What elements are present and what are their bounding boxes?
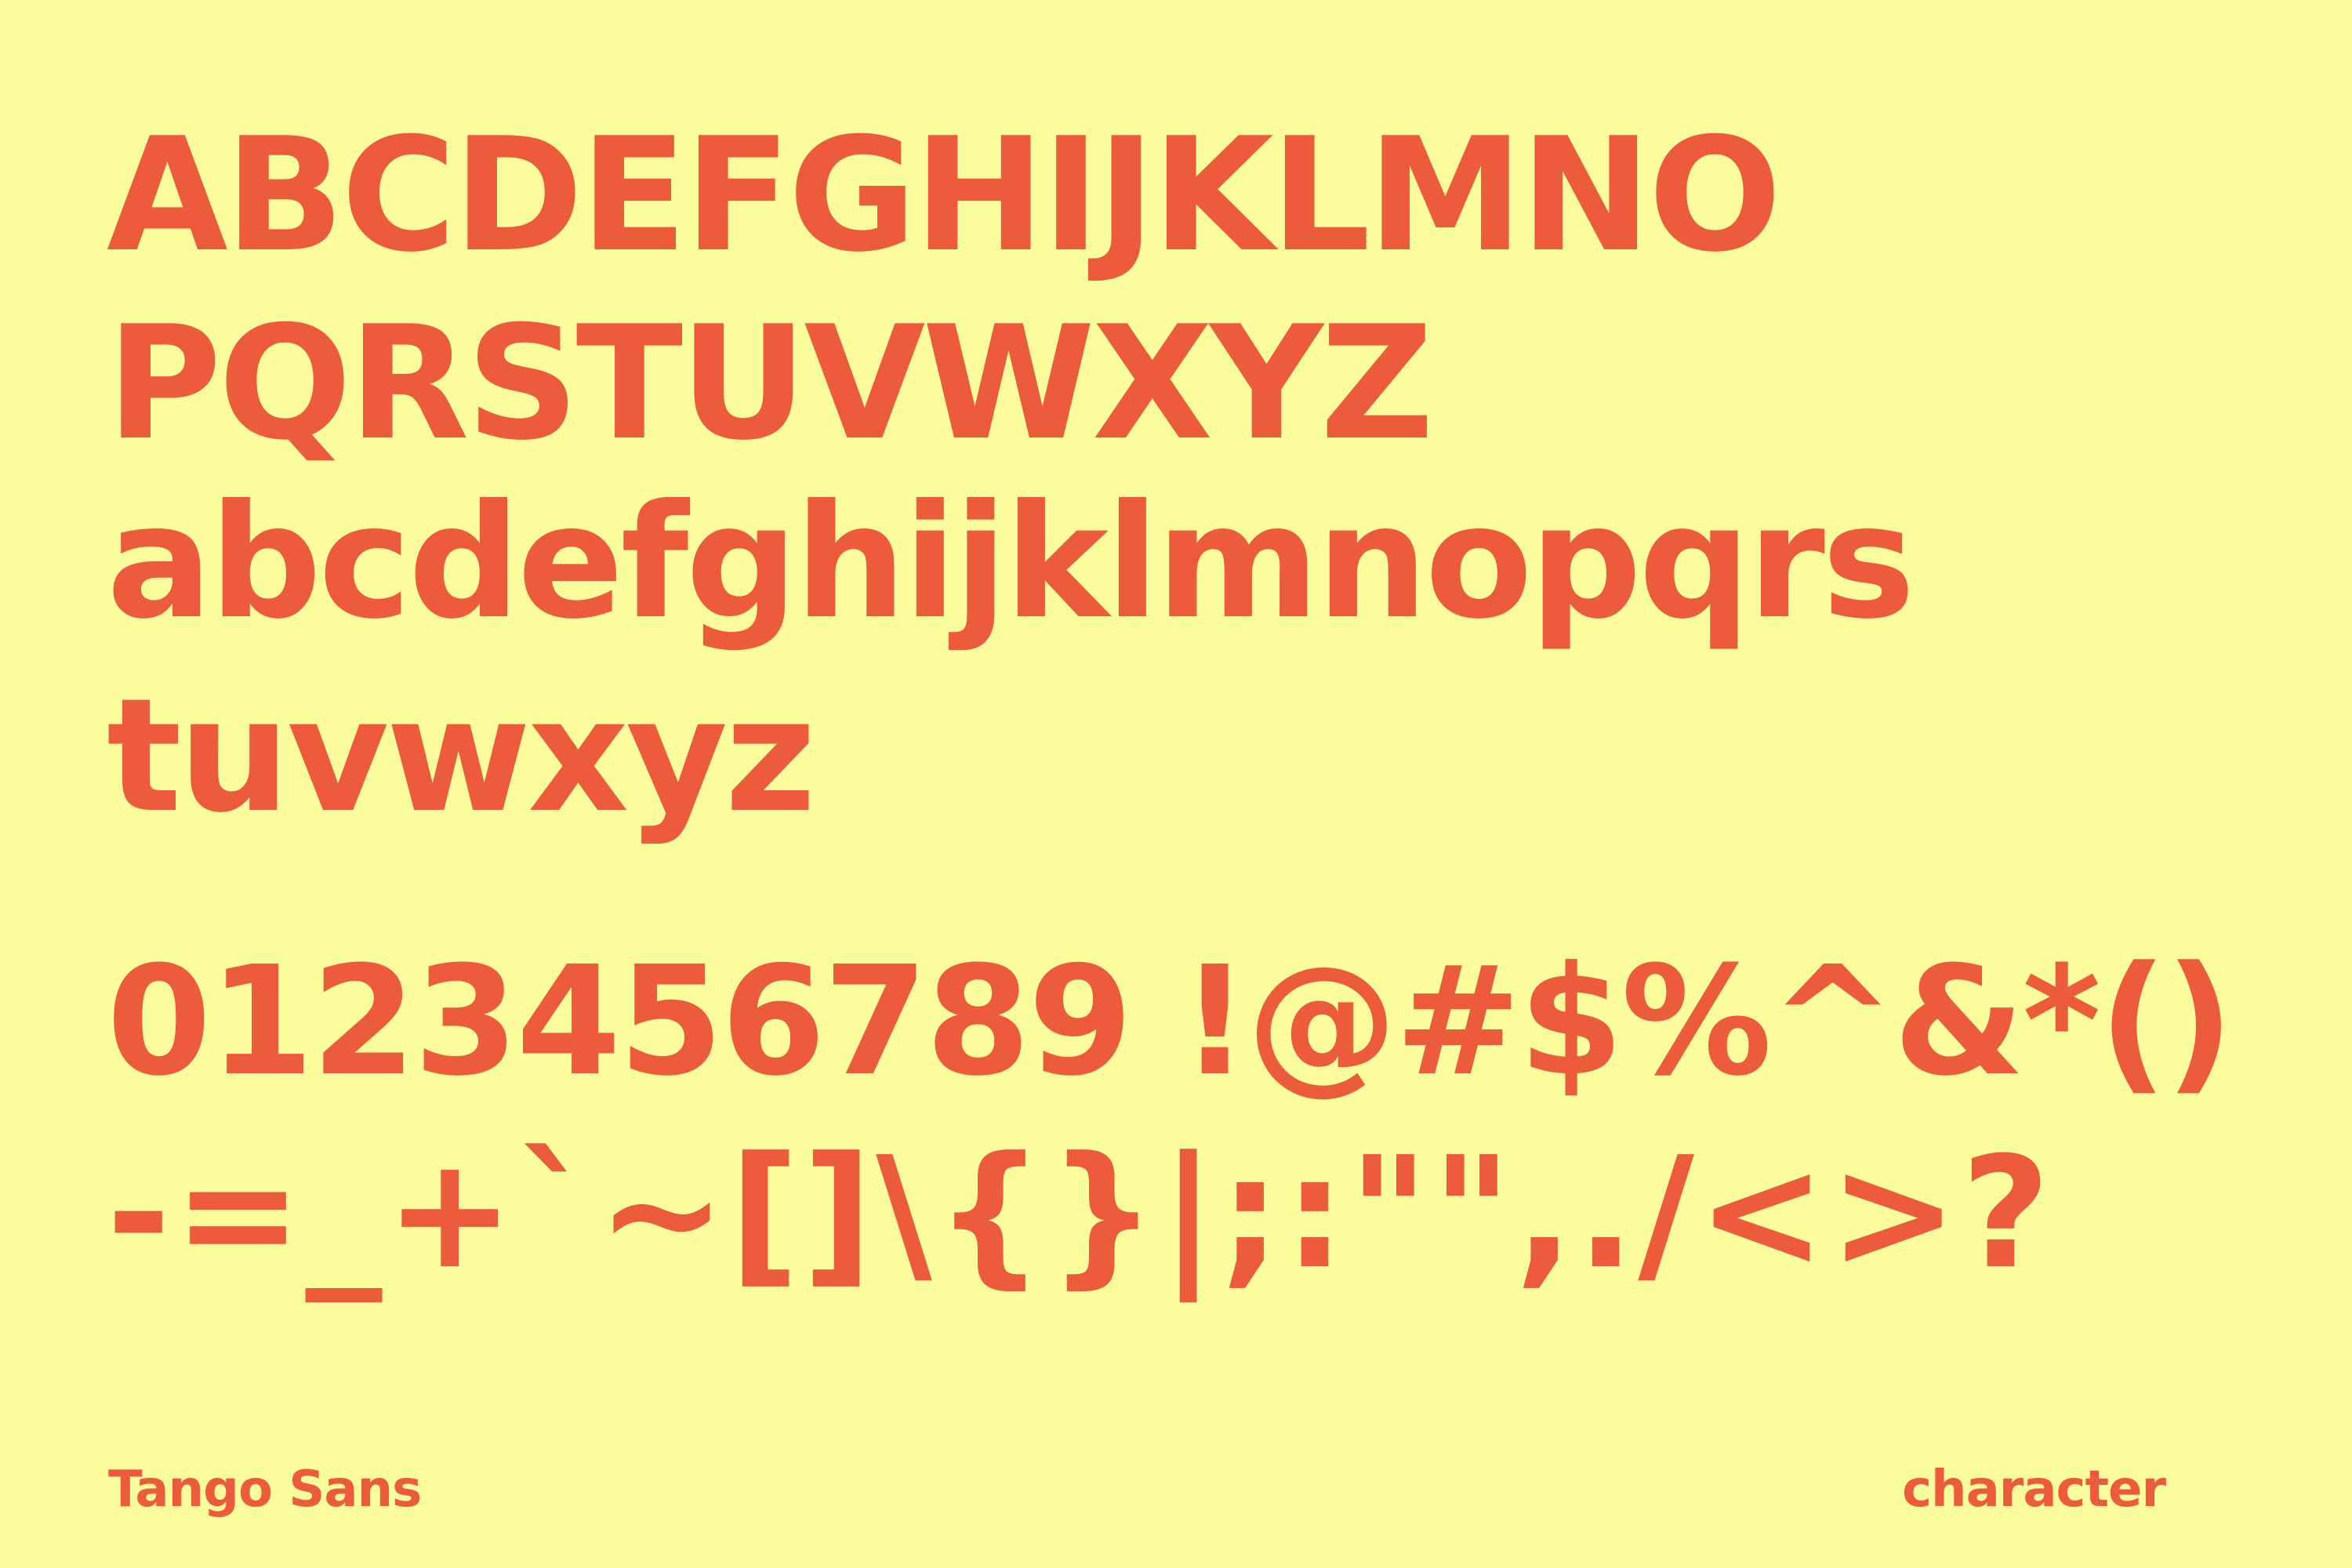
- category-label: character: [1902, 1461, 2166, 1519]
- lowercase-row-1: abcdefghijklmnopqrs: [107, 471, 1915, 654]
- font-specimen-page: { "specimen": { "uppercase_line1": "ABCD…: [0, 0, 2352, 1568]
- punctuation-row: -=_+`~[]\{}|;:"",./<>?: [107, 1124, 2054, 1303]
- digits-symbols-row: 0123456789 !@#$%^&*(): [107, 935, 2234, 1109]
- uppercase-row-1: ABCDEFGHIJKLMNO: [107, 104, 1781, 287]
- font-name-label: Tango Sans: [108, 1461, 422, 1519]
- uppercase-row-2: PQRSTUVWXYZ: [107, 292, 1434, 475]
- lowercase-row-2: tuvwxyz: [107, 665, 816, 848]
